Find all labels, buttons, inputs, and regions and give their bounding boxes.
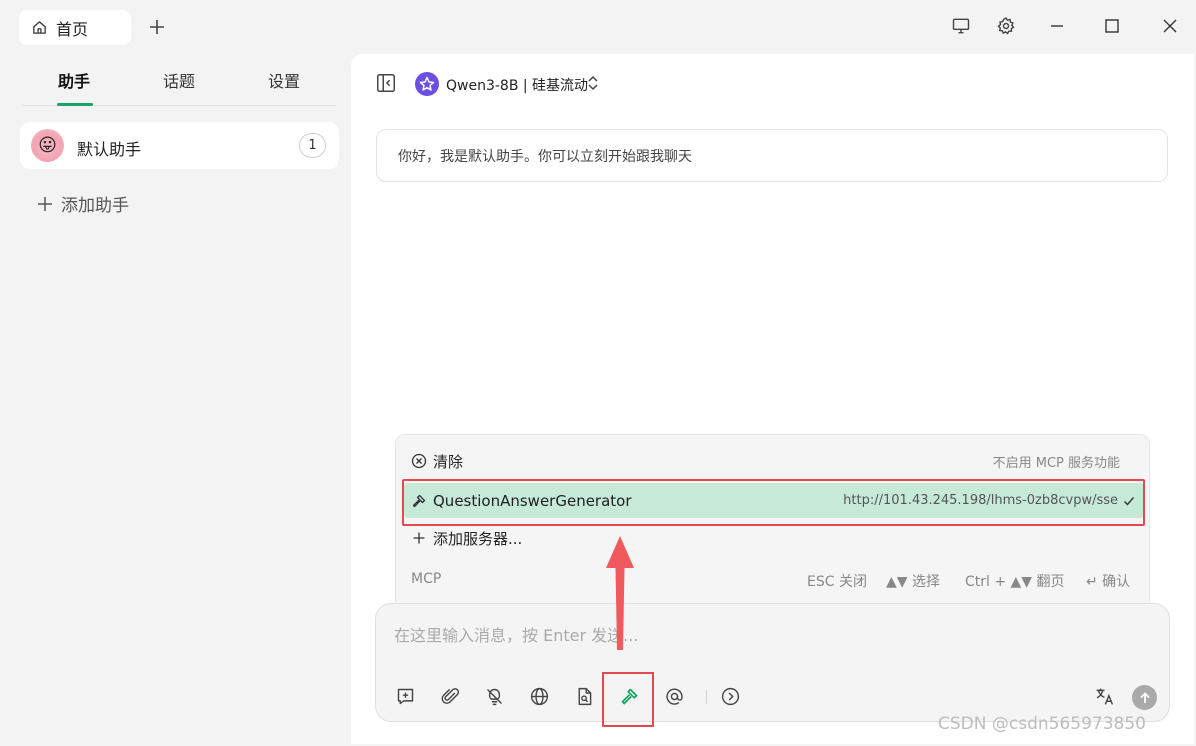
close-icon[interactable] [1159, 15, 1181, 37]
x-circle-icon [411, 453, 427, 469]
annotation-highlight-box [402, 479, 1145, 526]
sidebar: 助手 话题 设置 😛 默认助手 1 添加助手 [0, 54, 350, 746]
mcp-footer: MCP ESC 关闭 ▲▼ 选择 Ctrl + ▲▼ 翻页 ↵ 确认 [411, 571, 1136, 591]
add-assistant-button[interactable]: 添加助手 [37, 191, 129, 216]
mcp-menu: 清除 不启用 MCP 服务功能 QuestionAnswerGenerator … [395, 434, 1150, 609]
hint-select: ▲▼ 选择 [886, 574, 940, 590]
model-selector[interactable]: Qwen3-8B | 硅基流动 [446, 75, 588, 95]
chevron-updown-icon[interactable] [586, 74, 600, 92]
model-logo-icon[interactable] [415, 72, 439, 96]
plus-icon [38, 196, 52, 211]
plus-icon [413, 532, 425, 544]
knowledge-icon[interactable] [572, 684, 596, 708]
chat-header: Qwen3-8B | 硅基流动 [351, 54, 1194, 114]
sidebar-toggle-icon[interactable] [375, 72, 397, 94]
plus-icon[interactable] [147, 17, 167, 37]
monitor-icon[interactable] [950, 15, 972, 37]
toolbar-divider [706, 690, 707, 704]
active-tab-indicator [57, 103, 93, 106]
mention-icon[interactable] [662, 684, 686, 708]
message-composer [375, 603, 1170, 727]
new-topic-icon[interactable] [393, 684, 417, 708]
mcp-clear-label: 清除 [433, 452, 464, 471]
tab-settings[interactable]: 设置 [268, 68, 300, 92]
thinking-icon[interactable] [482, 684, 506, 708]
titlebar: 首页 [0, 0, 1196, 54]
arrow-up-icon [1139, 691, 1150, 703]
mcp-add-server-item[interactable]: 添加服务器... [404, 520, 1144, 556]
assistant-item[interactable]: 😛 默认助手 1 [20, 122, 339, 169]
gear-icon[interactable] [995, 15, 1017, 37]
tab-topics[interactable]: 话题 [163, 68, 195, 92]
send-button[interactable] [1132, 685, 1157, 710]
hint-esc: ESC 关闭 [807, 574, 867, 590]
mcp-section-label: MCP [411, 571, 442, 587]
watermark: CSDN @csdn565973850 [938, 714, 1146, 734]
annotation-arrow [606, 536, 634, 650]
mcp-add-server-label: 添加服务器... [433, 529, 523, 548]
hint-page: Ctrl + ▲▼ 翻页 [965, 574, 1065, 590]
translate-icon[interactable] [1092, 684, 1116, 708]
sidebar-tabs: 助手 话题 设置 [22, 54, 336, 106]
home-icon [33, 21, 46, 34]
tab-assistants[interactable]: 助手 [58, 68, 90, 92]
annotation-highlight-box [602, 672, 654, 727]
greeting-message: 你好，我是默认助手。你可以立刻开始跟我聊天 [376, 129, 1168, 182]
maximize-icon[interactable] [1101, 15, 1123, 37]
attachment-icon[interactable] [438, 684, 462, 708]
topic-count-badge: 1 [299, 133, 326, 158]
hint-confirm: ↵ 确认 [1086, 574, 1131, 590]
message-input[interactable] [394, 618, 1094, 652]
more-icon[interactable] [718, 684, 742, 708]
minimize-icon[interactable] [1046, 15, 1068, 37]
web-search-icon[interactable] [527, 684, 551, 708]
mcp-clear-item[interactable]: 清除 不启用 MCP 服务功能 [404, 443, 1144, 479]
mcp-clear-note: 不启用 MCP 服务功能 [992, 455, 1120, 471]
chat-panel: Qwen3-8B | 硅基流动 你好，我是默认助手。你可以立刻开始跟我聊天 清除… [351, 54, 1194, 744]
add-assistant-label: 添加助手 [61, 196, 129, 216]
avatar: 😛 [31, 129, 64, 162]
assistant-name: 默认助手 [77, 140, 142, 159]
tab-label: 首页 [56, 19, 89, 39]
tab-home[interactable]: 首页 [19, 10, 131, 45]
